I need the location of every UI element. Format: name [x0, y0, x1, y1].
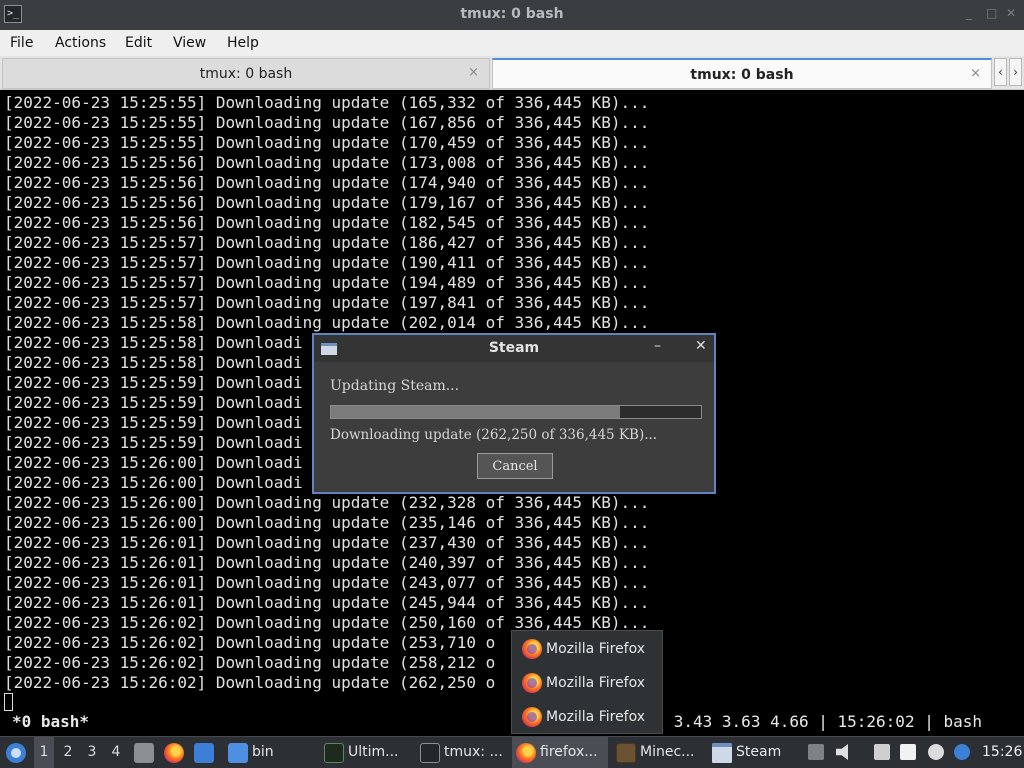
- window-icon: [712, 743, 732, 763]
- menu-bar: File Actions Edit View Help: [0, 30, 1024, 56]
- minimize-icon[interactable]: _: [966, 6, 972, 20]
- task-steam[interactable]: Steam: [708, 737, 800, 768]
- show-desktop-icon[interactable]: [194, 743, 214, 763]
- folder-icon: [228, 743, 248, 763]
- terminal-line: [2022-06-23 15:25:56] Downloading update…: [4, 153, 650, 172]
- task-label: bin: [252, 744, 274, 760]
- tab-tmux-1[interactable]: tmux: 0 bash ×: [2, 58, 490, 89]
- minecraft-icon: [616, 743, 636, 763]
- terminal-line: [2022-06-23 15:25:57] Downloading update…: [4, 273, 650, 292]
- task-tmux[interactable]: tmux: ...: [416, 737, 508, 768]
- terminal-line: [2022-06-23 15:25:56] Downloading update…: [4, 213, 650, 232]
- terminal-line: [2022-06-23 15:25:55] Downloading update…: [4, 93, 650, 112]
- task-label: tmux: ...: [444, 744, 503, 760]
- menu-help[interactable]: Help: [227, 35, 259, 51]
- tab-close-icon[interactable]: ×: [970, 66, 981, 81]
- firefox-window-item[interactable]: Mozilla Firefox: [512, 700, 662, 734]
- task-bin[interactable]: bin: [224, 737, 316, 768]
- steam-titlebar[interactable]: Steam – ✕: [314, 335, 714, 362]
- workspace-2[interactable]: 2: [58, 737, 78, 768]
- terminal-line: [2022-06-23 15:25:57] Downloading update…: [4, 293, 650, 312]
- firefox-icon[interactable]: [164, 743, 184, 763]
- user-icon[interactable]: [928, 744, 944, 760]
- terminal-icon: [324, 743, 344, 763]
- steam-status-text: Downloading update (262,250 of 336,445 K…: [330, 427, 658, 443]
- tab-tmux-2[interactable]: tmux: 0 bash ×: [492, 58, 992, 89]
- volume-icon[interactable]: [836, 744, 848, 760]
- terminal-line: [2022-06-23 15:25:56] Downloading update…: [4, 173, 650, 192]
- firefox-icon: [516, 743, 536, 763]
- tmux-status-info: 3.43 3.63 4.66 | 15:26:02 | bash: [673, 712, 982, 731]
- tab-scroll-left-icon[interactable]: ‹: [994, 58, 1007, 86]
- terminal-line: [2022-06-23 15:25:57] Downloading update…: [4, 233, 650, 252]
- terminal-line: [2022-06-23 15:25:55] Downloading update…: [4, 113, 650, 132]
- terminal-cursor: [4, 693, 13, 711]
- workspace-4[interactable]: 4: [106, 737, 126, 768]
- firefox-icon: [522, 707, 542, 727]
- taskbar: 1 2 3 4 bin Ultim... tmux: ... firefox..…: [0, 736, 1024, 768]
- steam-progress-bar: [330, 405, 702, 419]
- menu-view[interactable]: View: [173, 35, 206, 51]
- minimize-icon[interactable]: –: [654, 338, 661, 354]
- tab-label: tmux: 0 bash: [690, 67, 794, 83]
- window-titlebar[interactable]: >_ tmux: 0 bash _ □ ✕: [0, 0, 1024, 30]
- steam-progress-fill: [331, 406, 620, 418]
- firefox-window-label: Mozilla Firefox: [546, 709, 646, 725]
- clipboard-icon[interactable]: [808, 744, 824, 760]
- close-icon[interactable]: ✕: [1006, 6, 1016, 20]
- terminal-line: [2022-06-23 15:25:56] Downloading update…: [4, 193, 650, 212]
- terminal-line: [2022-06-23 15:25:58] Downloading update…: [4, 313, 650, 332]
- firefox-window-label: Mozilla Firefox: [546, 641, 646, 657]
- firefox-window-item[interactable]: Mozilla Firefox: [512, 666, 662, 700]
- terminal-icon: [420, 743, 440, 763]
- terminal-line: [2022-06-23 15:26:00] Downloading update…: [4, 513, 650, 532]
- tab-scroll-right-icon[interactable]: ›: [1009, 58, 1022, 86]
- terminal-line: [2022-06-23 15:25:55] Downloading update…: [4, 133, 650, 152]
- menu-actions[interactable]: Actions: [55, 35, 106, 51]
- steam-update-dialog: Steam – ✕ Updating Steam... Downloading …: [312, 333, 716, 494]
- window-title: tmux: 0 bash: [460, 6, 564, 22]
- task-label: Steam: [736, 744, 782, 760]
- update-icon[interactable]: [954, 744, 970, 760]
- firefox-icon: [522, 639, 542, 659]
- terminal-line: [2022-06-23 15:26:01] Downloading update…: [4, 553, 650, 572]
- terminal-line: [2022-06-23 15:26:01] Downloading update…: [4, 593, 650, 612]
- cancel-button[interactable]: Cancel: [477, 453, 553, 479]
- terminal-line: [2022-06-23 15:25:57] Downloading update…: [4, 253, 650, 272]
- clock[interactable]: 15:26: [982, 744, 1022, 760]
- firefox-window-item[interactable]: Mozilla Firefox: [512, 632, 662, 666]
- firefox-window-label: Mozilla Firefox: [546, 675, 646, 691]
- menu-edit[interactable]: Edit: [125, 35, 152, 51]
- menu-file[interactable]: File: [10, 35, 33, 51]
- task-minecraft[interactable]: Minec...: [612, 737, 704, 768]
- task-firefox[interactable]: firefox...: [512, 737, 608, 768]
- tab-label: tmux: 0 bash: [199, 66, 293, 82]
- task-label: Minec...: [640, 744, 695, 760]
- network-icon[interactable]: [874, 744, 890, 760]
- tab-bar: tmux: 0 bash × tmux: 0 bash ×: [0, 56, 1024, 90]
- tab-close-icon[interactable]: ×: [468, 65, 479, 80]
- notes-icon[interactable]: [900, 744, 916, 760]
- terminal-line: [2022-06-23 15:26:01] Downloading update…: [4, 573, 650, 592]
- maximize-icon[interactable]: □: [986, 6, 997, 20]
- file-manager-icon[interactable]: [134, 743, 154, 763]
- firefox-icon: [522, 673, 542, 693]
- terminal-line: [2022-06-23 15:26:00] Downloading update…: [4, 493, 650, 512]
- tmux-window-label[interactable]: *0 bash*: [12, 712, 89, 731]
- workspace-3[interactable]: 3: [82, 737, 102, 768]
- task-label: Ultim...: [348, 744, 399, 760]
- firefox-window-list: Mozilla Firefox Mozilla Firefox Mozilla …: [511, 630, 663, 734]
- close-icon[interactable]: ✕: [695, 338, 707, 354]
- task-label: firefox...: [540, 744, 598, 760]
- start-menu-icon[interactable]: [6, 743, 26, 763]
- task-ultimate[interactable]: Ultim...: [320, 737, 412, 768]
- workspace-1[interactable]: 1: [34, 737, 54, 768]
- steam-heading: Updating Steam...: [330, 378, 460, 394]
- terminal-line: [2022-06-23 15:26:01] Downloading update…: [4, 533, 650, 552]
